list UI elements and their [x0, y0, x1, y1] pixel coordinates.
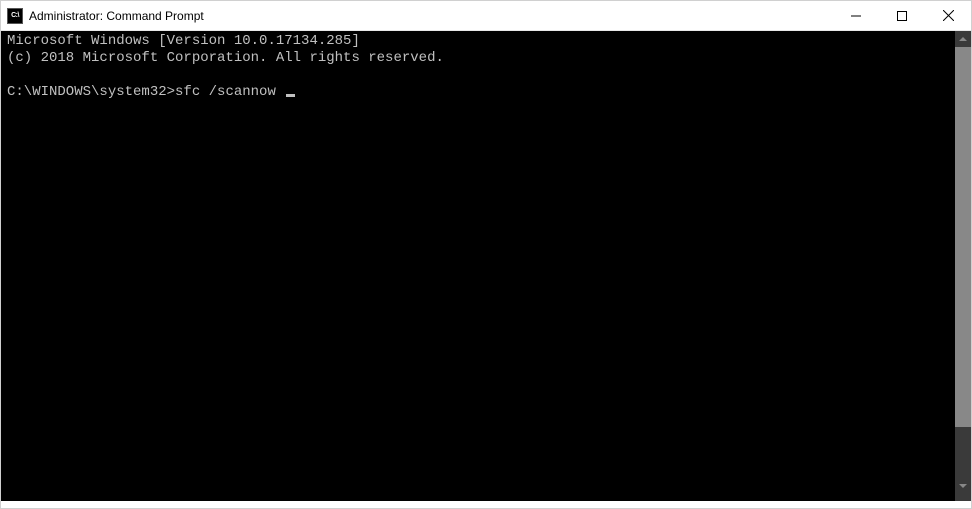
maximize-button[interactable]: [879, 1, 925, 30]
terminal-output[interactable]: Microsoft Windows [Version 10.0.17134.28…: [1, 31, 955, 501]
close-icon: [943, 10, 954, 21]
vertical-scrollbar[interactable]: [955, 31, 971, 501]
scroll-up-button[interactable]: [955, 31, 971, 47]
minimize-icon: [851, 11, 861, 21]
prompt-text: C:\WINDOWS\system32>: [7, 84, 175, 100]
command-prompt-window: C:\ Administrator: Command Prompt M: [0, 0, 972, 509]
window-title: Administrator: Command Prompt: [29, 9, 833, 23]
titlebar[interactable]: C:\ Administrator: Command Prompt: [1, 1, 971, 31]
command-input[interactable]: sfc /scannow: [175, 84, 276, 100]
close-button[interactable]: [925, 1, 971, 30]
terminal-area: Microsoft Windows [Version 10.0.17134.28…: [1, 31, 971, 501]
bottom-frame: [1, 501, 971, 508]
scroll-down-button[interactable]: [955, 478, 971, 494]
cmd-icon: C:\: [7, 8, 23, 24]
minimize-button[interactable]: [833, 1, 879, 30]
text-cursor: [286, 94, 295, 97]
maximize-icon: [897, 11, 907, 21]
version-line: Microsoft Windows [Version 10.0.17134.28…: [7, 33, 360, 49]
window-controls: [833, 1, 971, 30]
copyright-line: (c) 2018 Microsoft Corporation. All righ…: [7, 50, 444, 66]
chevron-up-icon: [959, 37, 967, 41]
chevron-down-icon: [959, 484, 967, 488]
scroll-thumb[interactable]: [955, 47, 971, 427]
